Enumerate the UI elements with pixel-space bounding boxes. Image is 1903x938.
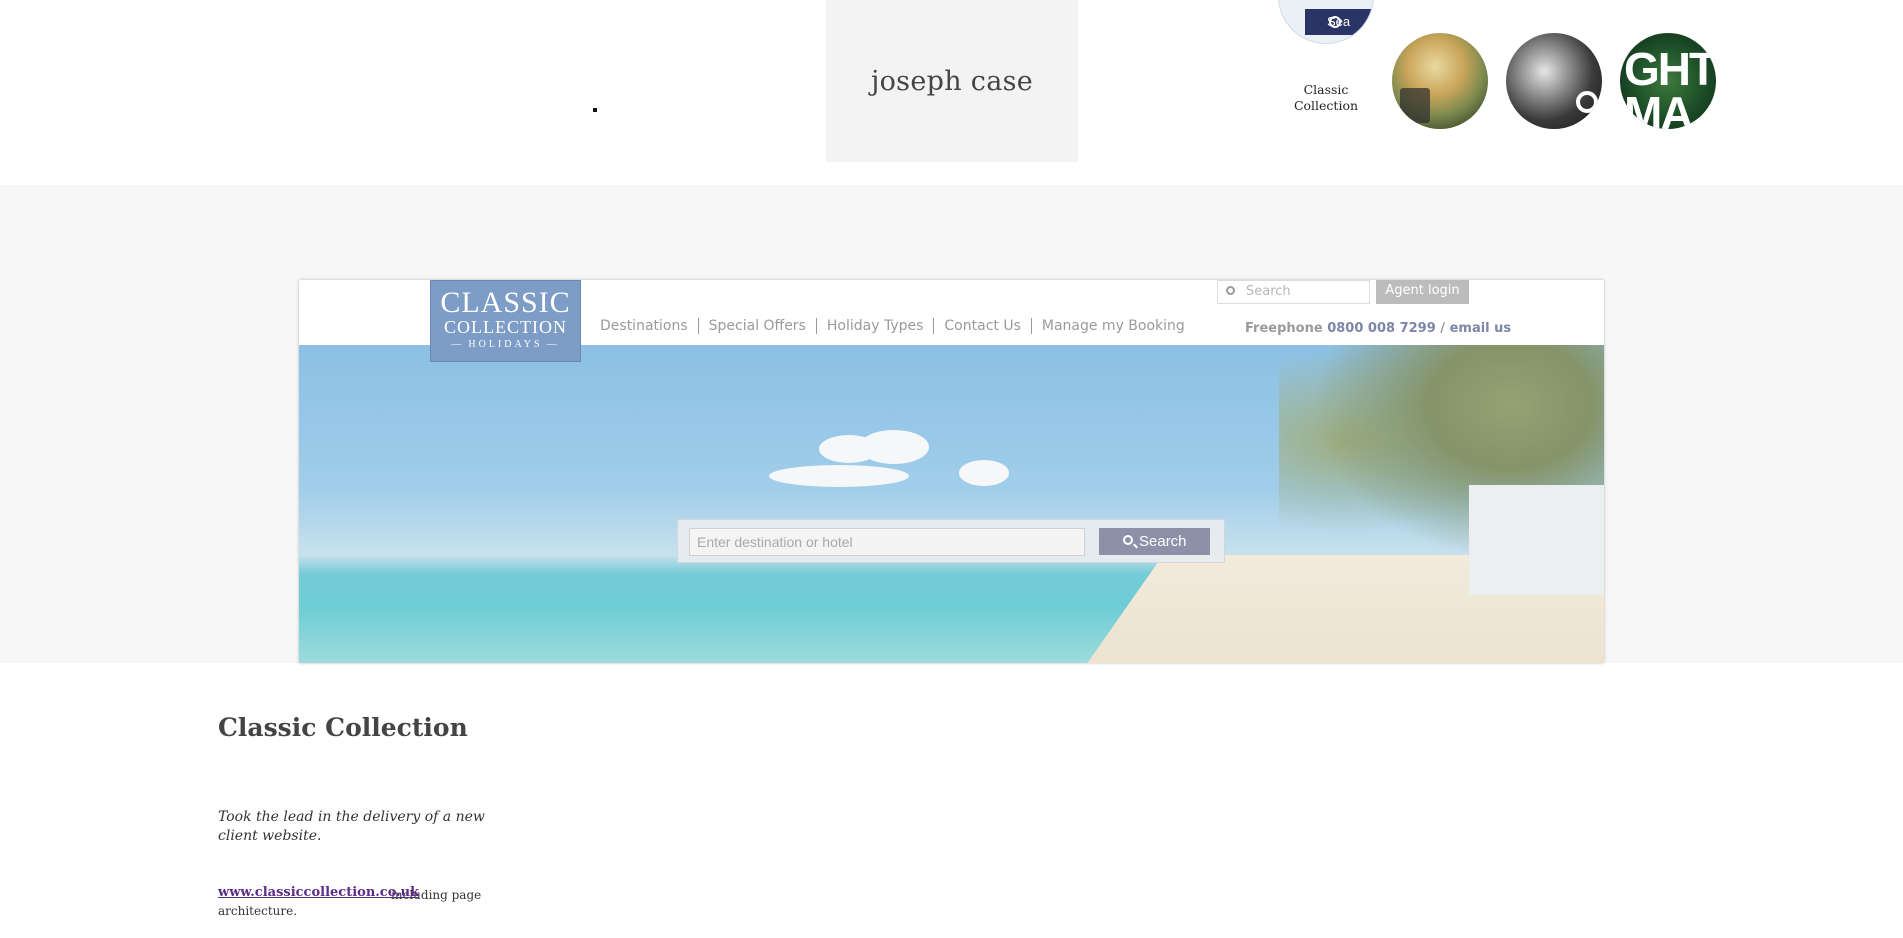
site-search-input[interactable]: Search	[1217, 280, 1370, 304]
contact-separator: /	[1440, 321, 1446, 336]
logo-line-2: COLLECTION	[444, 317, 567, 337]
search-icon	[1226, 286, 1235, 295]
project-thumbnail-3[interactable]	[1506, 33, 1602, 129]
nav-item-special-offers[interactable]: Special Offers	[697, 318, 816, 334]
site-nav: Destinations Special Offers Holiday Type…	[592, 318, 1195, 334]
destination-input[interactable]: Enter destination or hotel	[689, 528, 1085, 556]
phone-number[interactable]: 0800 008 7299	[1327, 321, 1436, 336]
project-thumbnail-4[interactable]: GHT MA	[1620, 33, 1716, 129]
author-name: joseph case	[870, 65, 1034, 97]
nav-item-holiday-types[interactable]: Holiday Types	[815, 318, 934, 334]
freephone-label: Freephone	[1245, 321, 1323, 336]
project-website-link[interactable]: www.classiccollection.co.uk	[218, 885, 419, 900]
nav-item-manage-booking[interactable]: Manage my Booking	[1030, 318, 1195, 334]
nav-item-contact-us[interactable]: Contact Us	[933, 318, 1030, 334]
freephone-line: Freephone 0800 008 7299 / email us	[1245, 321, 1511, 336]
bullet-dot	[593, 108, 597, 112]
hero-search-label: Search	[1139, 533, 1187, 550]
project-thumbnail-classic-collection[interactable]: Sea	[1278, 0, 1374, 44]
hero-search-box: Enter destination or hotel Search	[677, 519, 1225, 563]
project-lead: Took the lead in the delivery of a new c…	[218, 809, 485, 844]
nav-item-destinations[interactable]: Destinations	[592, 318, 698, 334]
email-link[interactable]: email us	[1450, 321, 1512, 336]
thumbnail-text: GHT MA	[1624, 43, 1716, 129]
project-thumbnail-2[interactable]	[1392, 33, 1488, 129]
hero-search-button[interactable]: Search	[1099, 528, 1210, 555]
logo-line-3: HOLIDAYS	[431, 339, 580, 350]
hero-beach-image: Enter destination or hotel Search	[299, 345, 1604, 663]
search-icon	[1123, 535, 1133, 545]
logo-line-1: CLASSIC	[440, 286, 571, 319]
site-header: CLASSIC COLLECTION HOLIDAYS Destinations…	[299, 280, 1604, 362]
author-name-box[interactable]: joseph case	[826, 0, 1078, 162]
thumbnail-label[interactable]: Classic Collection	[1282, 82, 1370, 114]
project-title: Classic Collection	[218, 713, 468, 742]
agent-login-button[interactable]: Agent login	[1376, 280, 1469, 304]
site-search-placeholder: Search	[1246, 284, 1291, 299]
website-screenshot: CLASSIC COLLECTION HOLIDAYS Destinations…	[299, 280, 1604, 663]
mini-search-button: Sea	[1305, 9, 1373, 35]
classic-collection-logo[interactable]: CLASSIC COLLECTION HOLIDAYS	[430, 280, 581, 362]
